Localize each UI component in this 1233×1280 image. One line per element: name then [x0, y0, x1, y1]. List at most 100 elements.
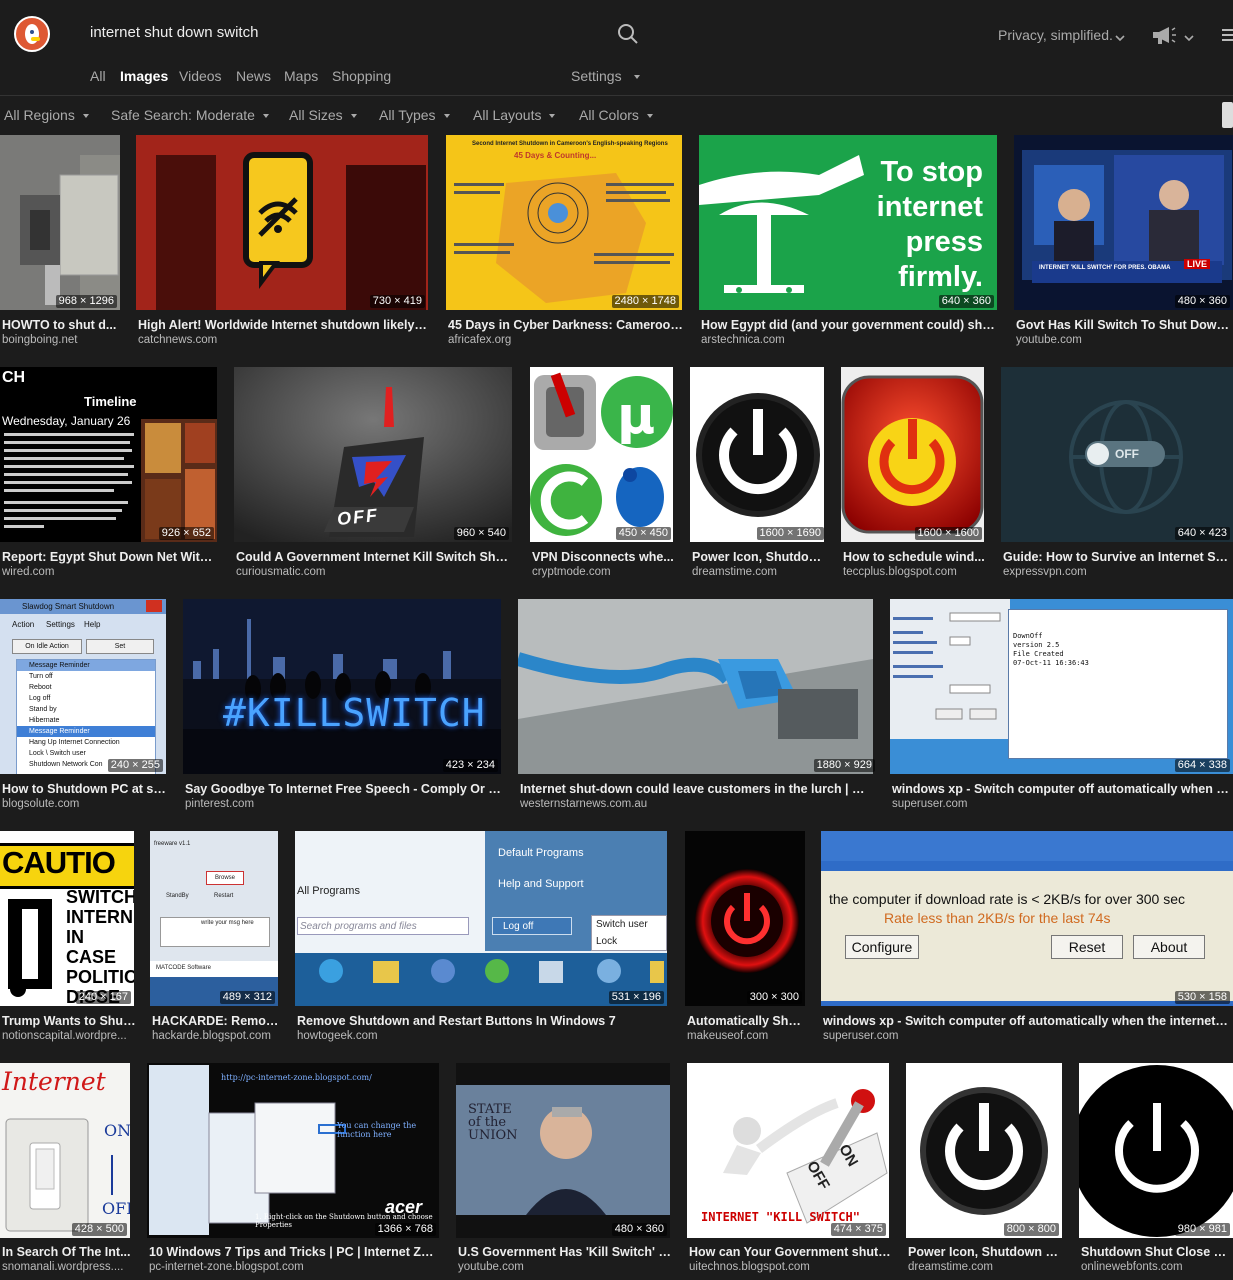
chevron-down-icon[interactable]: [1183, 29, 1195, 47]
result-title[interactable]: Trump Wants to Shut...: [2, 1014, 136, 1028]
result-domain: boingboing.net: [2, 334, 78, 346]
tab-maps[interactable]: Maps: [284, 68, 318, 84]
image-result[interactable]: OFF 960 × 540 Could A Government Interne…: [234, 367, 516, 578]
search-icon[interactable]: [617, 23, 639, 50]
hamburger-menu-icon[interactable]: [1222, 28, 1233, 47]
result-thumbnail: [136, 135, 428, 310]
tab-videos[interactable]: Videos: [179, 68, 222, 84]
image-result[interactable]: http://pc-internet-zone.blogspot.com/ Yo…: [147, 1063, 443, 1275]
image-result[interactable]: 968 × 1296 HOWTO to shut d... boingboing…: [0, 135, 134, 346]
image-result[interactable]: To stop internet press firmly. 640 × 360…: [699, 135, 1001, 346]
result-title[interactable]: 10 Windows 7 Tips and Tricks | PC | Inte…: [149, 1245, 441, 1259]
image-result[interactable]: Second Internet Shutdown in Cameroon's E…: [446, 135, 686, 346]
result-title[interactable]: Could A Government Internet Kill Switch …: [236, 550, 514, 564]
filter-size[interactable]: All Sizes: [289, 107, 357, 123]
image-dimensions: 960 × 540: [453, 527, 509, 540]
tab-images[interactable]: Images: [120, 68, 168, 84]
filter-layout[interactable]: All Layouts: [473, 107, 556, 123]
result-title[interactable]: How can Your Government shut ...: [689, 1245, 891, 1259]
svg-text:µ: µ: [617, 386, 655, 446]
settings-menu[interactable]: Settings: [571, 68, 640, 84]
filter-safe-search[interactable]: Safe Search: Moderate: [111, 107, 269, 123]
image-dimensions: 474 × 375: [830, 1223, 886, 1236]
result-thumbnail: [841, 367, 984, 542]
result-title[interactable]: HOWTO to shut d...: [2, 318, 132, 332]
megaphone-icon[interactable]: [1151, 25, 1177, 50]
image-result[interactable]: ON OFF INTERNET "KILL SWITCH" 474 × 375 …: [687, 1063, 893, 1275]
image-result[interactable]: CH Timeline Wednesday, January 26 926 × …: [0, 367, 220, 578]
result-title[interactable]: How Egypt did (and your government could…: [701, 318, 999, 332]
result-title[interactable]: VPN Disconnects whe...: [532, 550, 675, 564]
duckduckgo-logo[interactable]: [14, 16, 50, 52]
result-title[interactable]: Shutdown Shut Close Po...: [1081, 1245, 1231, 1259]
tab-news[interactable]: News: [236, 68, 271, 84]
caution-line: IN CASE: [66, 927, 117, 967]
result-title[interactable]: Power Icon, Shutdown B...: [908, 1245, 1064, 1259]
image-result[interactable]: INTERNET 'KILL SWITCH' FOR PRES. OBAMA L…: [1014, 135, 1233, 346]
image-result[interactable]: CAUTIO SWITCH INTERN IN CASE POLITIC DIS…: [0, 831, 138, 1042]
filter-region[interactable]: All Regions: [4, 107, 89, 123]
filter-type-label: All Types: [379, 107, 436, 123]
filter-color-label: All Colors: [579, 107, 639, 123]
result-title[interactable]: windows xp - Switch computer off automat…: [823, 1014, 1231, 1028]
image-dimensions: 926 × 652: [158, 527, 214, 540]
result-title[interactable]: Guide: How to Survive an Internet Shut..…: [1003, 550, 1231, 564]
list-item: Hibernate: [29, 717, 60, 724]
result-title[interactable]: Say Goodbye To Internet Free Speech - Co…: [185, 782, 503, 796]
image-result[interactable]: 800 × 800 Power Icon, Shutdown B... drea…: [906, 1063, 1066, 1275]
image-result[interactable]: 1600 × 1690 Power Icon, Shutdow... dream…: [690, 367, 828, 578]
image-result[interactable]: OFF 640 × 423 Guide: How to Survive an I…: [1001, 367, 1233, 578]
result-thumbnail: STATE of the UNION: [456, 1063, 670, 1238]
image-result[interactable]: DownOff version 2.5 File Created 07-Oct-…: [890, 599, 1233, 810]
result-title[interactable]: Govt Has Kill Switch To Shut Down I...: [1016, 318, 1231, 332]
caution-line: CAUTIO: [2, 845, 116, 880]
search-input[interactable]: [90, 24, 590, 41]
notepad-line: 07-Oct-11 16:36:43: [1013, 659, 1089, 667]
image-result[interactable]: Default Programs Help and Support All Pr…: [295, 831, 671, 1042]
image-result[interactable]: 1600 × 1600 How to schedule wind... tecc…: [841, 367, 989, 578]
image-result[interactable]: #KILLSWITCH 423 × 234 Say Goodbye To Int…: [183, 599, 505, 810]
result-thumbnail: #KILLSWITCH: [183, 599, 501, 774]
result-title[interactable]: Remove Shutdown and Restart Buttons In W…: [297, 1014, 669, 1028]
image-dimensions: 664 × 338: [1174, 759, 1230, 772]
privacy-menu[interactable]: Privacy, simplified.: [998, 27, 1113, 43]
image-result[interactable]: the computer if download rate is < 2KB/s…: [821, 831, 1233, 1042]
result-title[interactable]: How to schedule wind...: [843, 550, 986, 564]
list-item: Lock \ Switch user: [29, 750, 86, 757]
image-result[interactable]: 1880 × 929 Internet shut-down could leav…: [518, 599, 878, 810]
result-domain: superuser.com: [892, 798, 968, 810]
chevron-down-icon[interactable]: [1114, 29, 1126, 47]
image-result[interactable]: 300 × 300 Automatically Shut... makeuseo…: [685, 831, 809, 1042]
image-dimensions: 489 × 312: [219, 991, 275, 1004]
result-title[interactable]: Power Icon, Shutdow...: [692, 550, 826, 564]
image-result[interactable]: 730 × 419 High Alert! Worldwide Internet…: [136, 135, 432, 346]
tab-shopping[interactable]: Shopping: [332, 68, 391, 84]
image-result[interactable]: freeware v1.1 Browse StandBy Restart wri…: [150, 831, 282, 1042]
filter-layout-label: All Layouts: [473, 107, 542, 123]
caret-down-icon: [350, 114, 357, 119]
result-title[interactable]: Automatically Shut...: [687, 1014, 807, 1028]
filter-color[interactable]: All Colors: [579, 107, 653, 123]
brand-text: CH: [2, 369, 26, 386]
result-title[interactable]: High Alert! Worldwide Internet shutdown …: [138, 318, 430, 332]
filter-type[interactable]: All Types: [379, 107, 450, 123]
result-title[interactable]: U.S Government Has 'Kill Switch' Pl...: [458, 1245, 672, 1259]
image-result[interactable]: Internet ON OFF 428 × 500 In Search Of T…: [0, 1063, 134, 1275]
result-title[interactable]: Report: Egypt Shut Down Net With ...: [2, 550, 218, 564]
image-dimensions: 640 × 423: [1174, 527, 1230, 540]
result-title[interactable]: How to Shutdown PC at sp...: [2, 782, 168, 796]
dropdown-list: Message Reminder Turn off Reboot Log off…: [16, 659, 156, 774]
result-domain: wired.com: [2, 566, 55, 578]
image-result[interactable]: Slawdog Smart Shutdown Action Settings H…: [0, 599, 170, 810]
image-dimensions: 968 × 1296: [55, 295, 117, 308]
result-title[interactable]: windows xp - Switch computer off automat…: [892, 782, 1232, 796]
filter-scroll-handle[interactable]: [1222, 102, 1233, 128]
result-title[interactable]: 45 Days in Cyber Darkness: Cameroon ...: [448, 318, 684, 332]
result-title[interactable]: HACKARDE: Remot...: [152, 1014, 280, 1028]
image-result[interactable]: STATE of the UNION 480 × 360 U.S Governm…: [456, 1063, 674, 1275]
tab-all[interactable]: All: [90, 68, 106, 84]
result-title[interactable]: In Search Of The Int...: [2, 1245, 132, 1259]
image-result[interactable]: 980 × 981 Shutdown Shut Close Po... onli…: [1079, 1063, 1233, 1275]
image-result[interactable]: µ 450 × 450 VPN Disconnects whe... crypt…: [530, 367, 677, 578]
result-title[interactable]: Internet shut-down could leave customers…: [520, 782, 872, 796]
